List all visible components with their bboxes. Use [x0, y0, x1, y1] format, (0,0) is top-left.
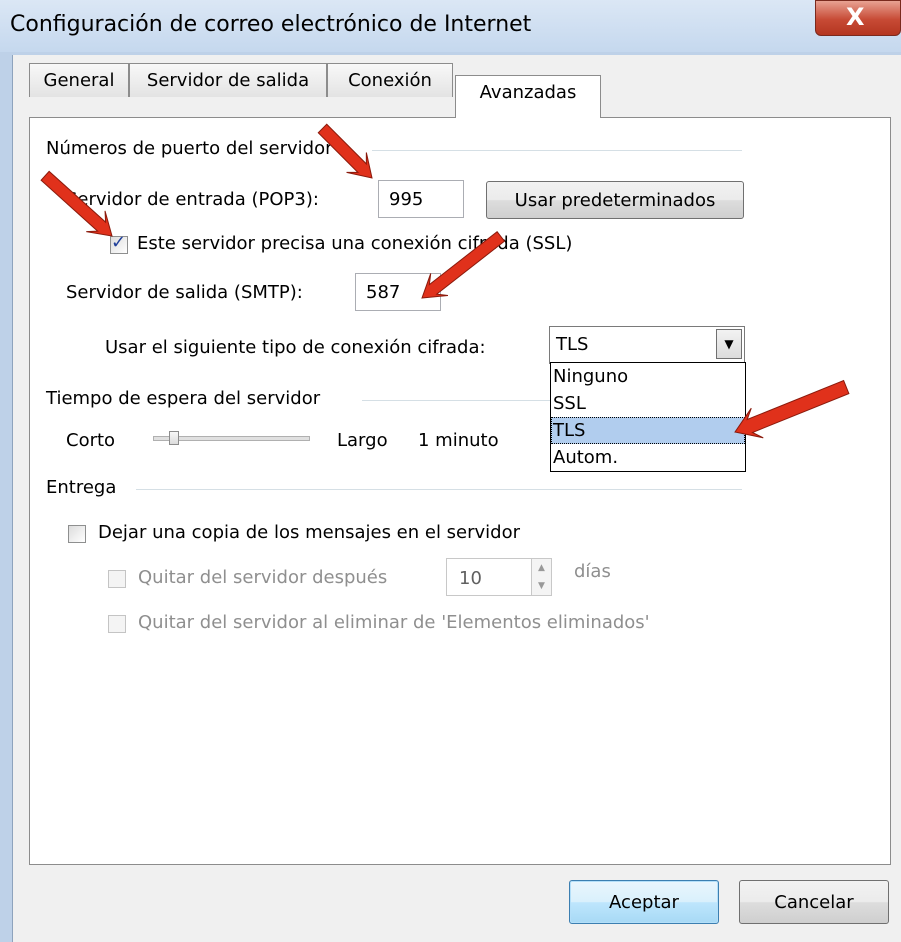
window-title: Configuración de correo electrónico de I… [10, 12, 532, 37]
chevron-down-icon[interactable]: ▼ [716, 329, 742, 359]
close-button[interactable]: X [815, 0, 901, 36]
outgoing-port-input[interactable]: 587 [355, 273, 441, 311]
timeout-slider-thumb[interactable] [168, 431, 179, 445]
outgoing-port-label: Servidor de salida (SMTP): [66, 282, 303, 303]
section-divider [372, 150, 742, 151]
tab-label: General [43, 70, 115, 91]
encryption-dropdown-list: Ninguno SSL TLS Autom. [550, 362, 746, 472]
tab-label: Servidor de salida [146, 70, 310, 91]
cancel-button[interactable]: Cancelar [739, 880, 889, 924]
tab-conexion[interactable]: Conexión [327, 63, 453, 97]
dialog-window: Configuración de correo electrónico de I… [0, 0, 901, 942]
tab-avanzadas[interactable]: Avanzadas [455, 75, 601, 118]
timeout-section-title: Tiempo de espera del servidor [46, 388, 321, 409]
tab-panel-avanzadas: Números de puerto del servidor Servidor … [29, 117, 891, 865]
remove-after-label: Quitar del servidor después [138, 567, 388, 588]
incoming-port-label: Servidor de entrada (POP3): [66, 189, 319, 210]
days-label: días [574, 561, 611, 582]
timeout-long-label: Largo [337, 430, 388, 451]
dropdown-option-ninguno[interactable]: Ninguno [551, 363, 745, 390]
delivery-section-title: Entrega [46, 477, 117, 498]
timeout-short-label: Corto [66, 430, 116, 451]
tab-general[interactable]: General [29, 63, 129, 97]
leave-copy-checkbox[interactable] [68, 525, 86, 543]
encryption-type-label: Usar el siguiente tipo de conexión cifra… [105, 337, 486, 358]
dropdown-option-tls[interactable]: TLS [551, 417, 745, 444]
ok-button[interactable]: Aceptar [569, 880, 719, 924]
checkmark-icon: ✓ [111, 232, 127, 253]
section-divider [362, 400, 550, 401]
section-divider [136, 489, 742, 490]
spin-up-icon[interactable]: ▲ [531, 559, 551, 577]
encryption-selected-value: TLS [556, 334, 589, 355]
ssl-checkbox-label: Este servidor precisa una conexión cifra… [137, 233, 573, 254]
remove-after-days-value: 10 [459, 568, 482, 589]
title-bar: Configuración de correo electrónico de I… [0, 0, 901, 52]
timeout-value: 1 minuto [418, 430, 499, 451]
incoming-port-input[interactable]: 995 [378, 180, 464, 218]
dialog-client-area: General Servidor de salida Conexión Avan… [12, 55, 901, 942]
dropdown-option-ssl[interactable]: SSL [551, 390, 745, 417]
remove-deleted-label: Quitar del servidor al eliminar de 'Elem… [138, 612, 650, 633]
leave-copy-label: Dejar una copia de los mensajes en el se… [98, 522, 521, 543]
dropdown-option-autom[interactable]: Autom. [551, 444, 745, 471]
spin-down-icon[interactable]: ▼ [531, 577, 551, 595]
remove-after-days-spinner[interactable]: 10 ▲ ▼ [446, 558, 552, 596]
use-defaults-button[interactable]: Usar predeterminados [486, 181, 744, 219]
tab-label: Conexión [348, 70, 432, 91]
remove-after-checkbox[interactable] [108, 570, 126, 588]
ports-section-title: Números de puerto del servidor [46, 138, 333, 159]
close-icon: X [846, 3, 865, 31]
tab-label: Avanzadas [479, 82, 577, 103]
remove-deleted-checkbox[interactable] [108, 615, 126, 633]
tab-servidor-salida[interactable]: Servidor de salida [129, 63, 327, 97]
ssl-checkbox[interactable]: ✓ [110, 232, 128, 254]
encryption-type-select[interactable]: TLS ▼ [549, 326, 745, 364]
